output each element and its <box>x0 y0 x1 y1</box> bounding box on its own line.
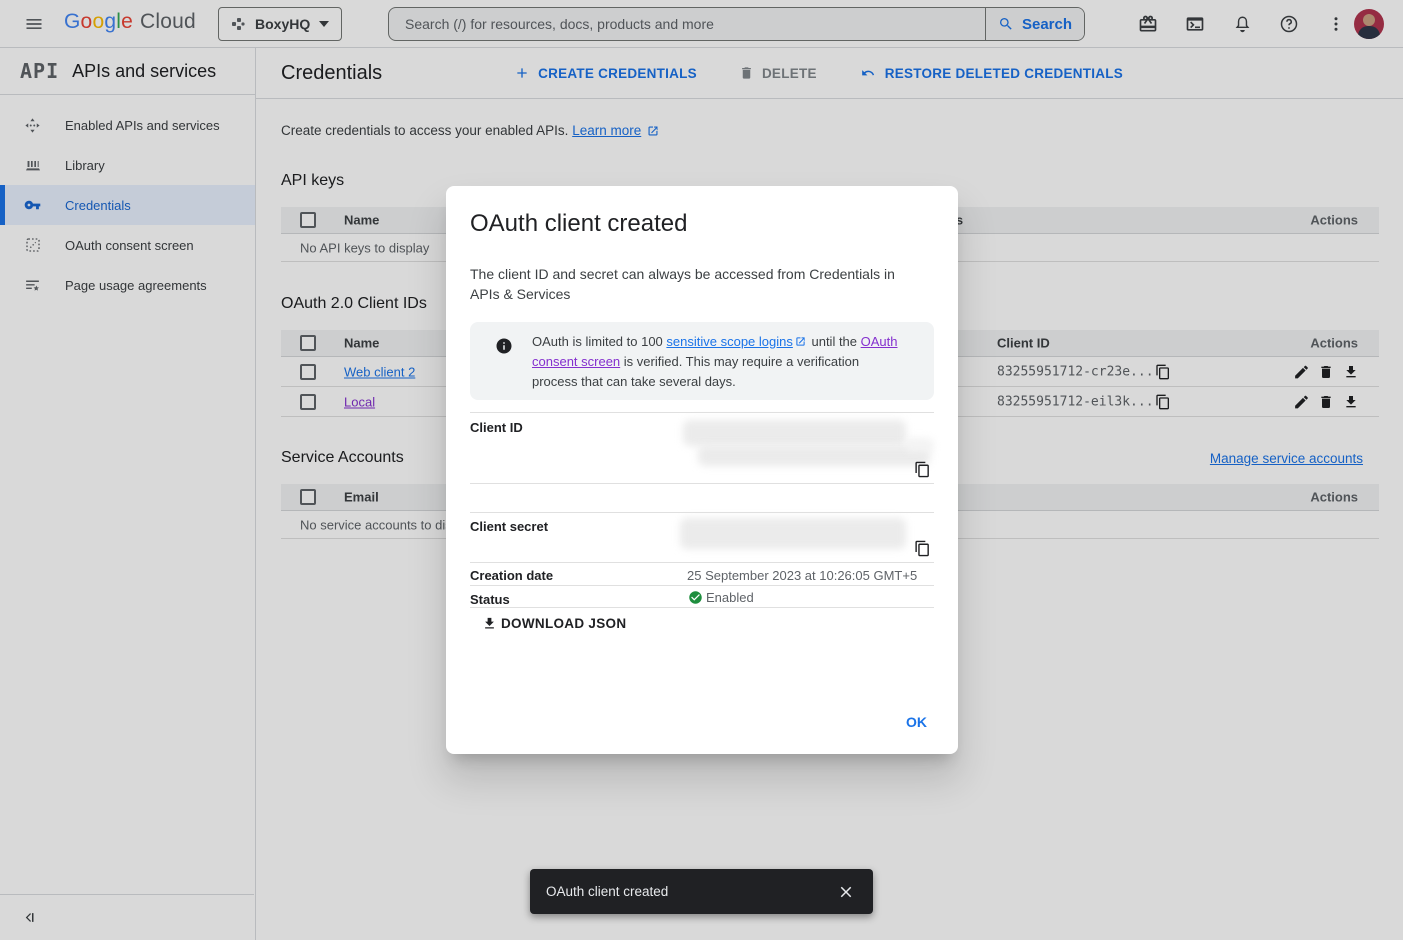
client-secret-redacted-value <box>680 518 906 549</box>
client-secret-label: Client secret <box>470 519 548 534</box>
info-banner: OAuth is limited to 100 sensitive scope … <box>470 322 934 400</box>
toast-snackbar: OAuth client created <box>530 869 873 914</box>
toast-close-icon[interactable] <box>837 883 855 901</box>
dialog-body-text: The client ID and secret can always be a… <box>470 264 910 304</box>
dialog-title: OAuth client created <box>470 210 687 238</box>
download-json-button[interactable]: DOWNLOAD JSON <box>482 616 626 631</box>
status-badge: Enabled <box>688 590 754 605</box>
creation-date-value: 25 September 2023 at 10:26:05 GMT+5 <box>687 568 917 583</box>
divider <box>470 483 934 484</box>
client-id-redacted-value <box>698 445 930 466</box>
check-circle-icon <box>688 590 703 605</box>
copy-client-secret-icon[interactable] <box>914 540 931 557</box>
client-id-redacted-value <box>905 438 934 452</box>
download-json-label: DOWNLOAD JSON <box>501 616 626 631</box>
client-id-label: Client ID <box>470 420 523 435</box>
status-value: Enabled <box>706 590 754 605</box>
oauth-client-created-dialog: OAuth client created The client ID and s… <box>446 186 958 754</box>
info-text-2: until the <box>808 334 861 349</box>
client-id-redacted-value <box>683 420 906 446</box>
info-icon <box>495 337 513 355</box>
info-text-1: OAuth is limited to 100 <box>532 334 666 349</box>
divider <box>470 607 934 608</box>
external-link-icon <box>795 336 806 347</box>
divider <box>470 585 934 586</box>
download-icon <box>482 616 497 631</box>
divider <box>470 562 934 563</box>
ok-button[interactable]: OK <box>900 710 933 734</box>
info-banner-text: OAuth is limited to 100 sensitive scope … <box>532 332 900 392</box>
status-label: Status <box>470 592 510 607</box>
divider <box>470 412 934 413</box>
divider <box>470 512 934 513</box>
toast-message: OAuth client created <box>546 884 837 899</box>
sensitive-scope-logins-link[interactable]: sensitive scope logins <box>666 334 792 349</box>
copy-client-id-icon[interactable] <box>914 461 931 478</box>
creation-date-label: Creation date <box>470 568 553 583</box>
